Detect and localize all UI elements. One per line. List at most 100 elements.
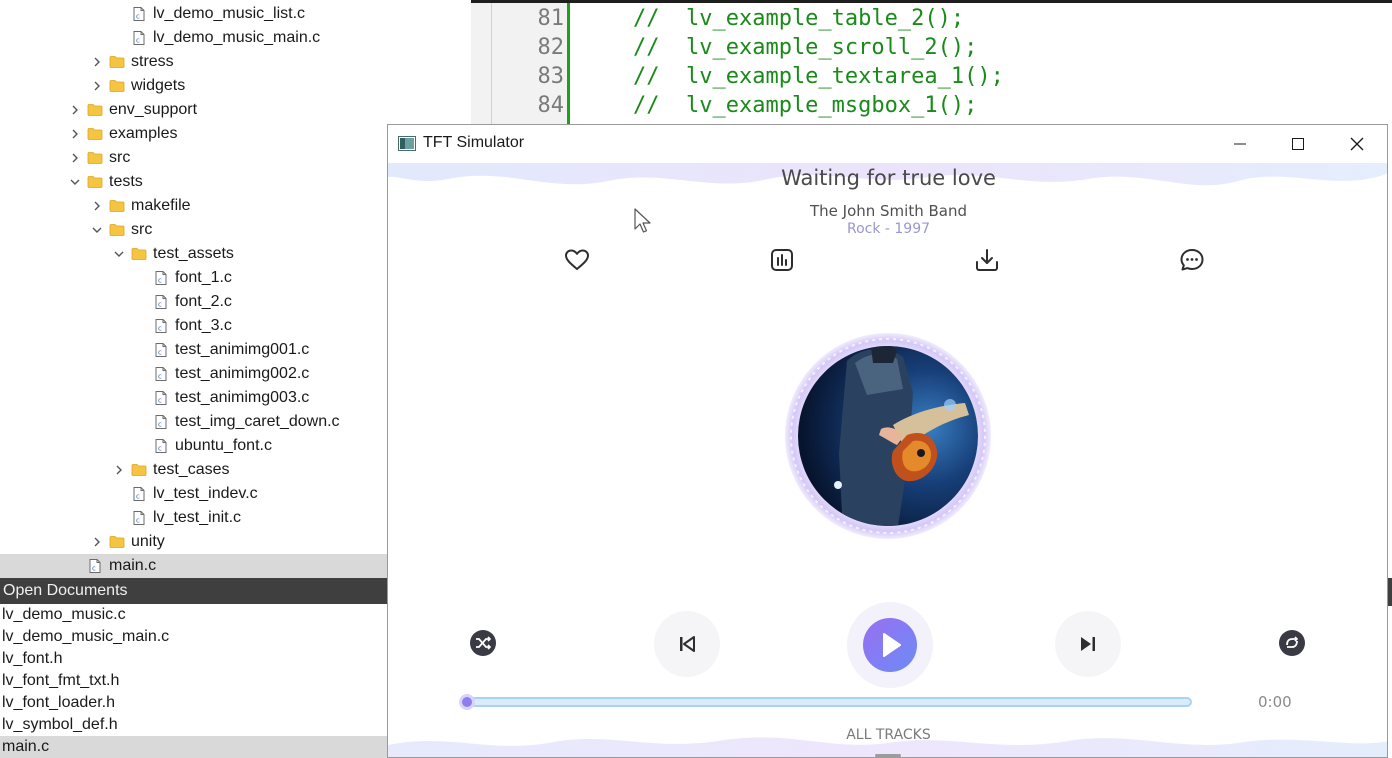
chevron-right-icon[interactable] (69, 104, 81, 116)
tree-folder-item[interactable]: unity (0, 530, 387, 554)
download-icon (976, 249, 998, 271)
open-document-item[interactable]: lv_demo_music.c (0, 604, 387, 626)
chevron-down-icon[interactable] (113, 248, 125, 260)
download-button[interactable] (973, 246, 1001, 274)
tree-file-item[interactable]: c ubuntu_font.c (0, 434, 387, 458)
tree-file-item[interactable]: c lv_demo_music_list.c (0, 2, 387, 26)
tree-item-label: font_1.c (175, 269, 232, 286)
code-line[interactable]: 83 // lv_example_textarea_1(); (471, 62, 1392, 91)
open-document-item[interactable]: lv_font_loader.h (0, 692, 387, 714)
loop-icon (1279, 630, 1305, 656)
open-document-item[interactable]: main.c (0, 736, 387, 758)
chevron-right-icon[interactable] (91, 536, 103, 548)
chevron-right-icon[interactable] (91, 56, 103, 68)
elapsed-time: 0:00 (1258, 693, 1292, 711)
all-tracks-button[interactable]: ALL TRACKS (388, 727, 1387, 743)
c-file-icon: c (153, 390, 169, 406)
tree-folder-item[interactable]: env_support (0, 98, 387, 122)
tree-file-item[interactable]: c test_animimg003.c (0, 386, 387, 410)
mouse-cursor-icon (634, 208, 651, 233)
folder-icon (109, 54, 125, 70)
tree-file-item[interactable]: c lv_test_indev.c (0, 482, 387, 506)
heart-icon (565, 249, 589, 270)
project-tree: c lv_demo_music_list.c c lv_demo_music_main… (0, 0, 387, 578)
tree-file-item[interactable]: c test_animimg002.c (0, 362, 387, 386)
window-titlebar[interactable]: TFT Simulator (388, 125, 1387, 163)
maximize-button[interactable] (1269, 125, 1327, 163)
shuffle-button[interactable] (469, 629, 497, 657)
tree-file-item[interactable]: c test_animimg001.c (0, 338, 387, 362)
c-file-icon: c (131, 486, 147, 502)
minimize-button[interactable] (1211, 125, 1269, 163)
tree-file-item[interactable]: c lv_demo_music_main.c (0, 26, 387, 50)
chevron-right-icon[interactable] (69, 128, 81, 140)
open-document-item[interactable]: lv_font_fmt_txt.h (0, 670, 387, 692)
tree-item-label: examples (109, 125, 178, 142)
c-file-icon: c (153, 342, 169, 358)
previous-button[interactable] (654, 611, 720, 677)
chevron-right-icon[interactable] (113, 464, 125, 476)
loop-button[interactable] (1278, 629, 1306, 657)
code-text: // lv_example_textarea_1(); (633, 64, 1004, 89)
tree-item-label: lv_test_indev.c (153, 485, 258, 502)
tree-item-label: font_3.c (175, 317, 232, 334)
tracks-handle[interactable] (875, 754, 901, 757)
code-line[interactable]: 84 // lv_example_msgbox_1(); (471, 91, 1392, 120)
tree-file-item[interactable]: c main.c (0, 554, 387, 578)
open-document-item[interactable]: lv_font.h (0, 648, 387, 670)
chevron-right-icon[interactable] (91, 80, 103, 92)
tree-folder-item[interactable]: makefile (0, 194, 387, 218)
close-icon (1350, 137, 1364, 151)
chevron-right-icon[interactable] (91, 200, 103, 212)
progress-knob[interactable] (459, 694, 475, 710)
tree-folder-item[interactable]: src (0, 146, 387, 170)
album-cover (785, 333, 991, 539)
tree-file-item[interactable]: c lv_test_init.c (0, 506, 387, 530)
tree-file-item[interactable]: c font_2.c (0, 290, 387, 314)
tree-folder-item[interactable]: widgets (0, 74, 387, 98)
code-editor[interactable]: 81 // lv_example_table_2(); 82 // lv_exampl… (471, 0, 1392, 128)
close-button[interactable] (1328, 125, 1386, 163)
tree-folder-item[interactable]: src (0, 218, 387, 242)
svg-text:c: c (158, 277, 162, 285)
tree-file-item[interactable]: c font_3.c (0, 314, 387, 338)
tree-item-label: makefile (131, 197, 191, 214)
chevron-down-icon[interactable] (69, 176, 81, 188)
open-document-item[interactable]: lv_symbol_def.h (0, 714, 387, 736)
svg-text:c: c (158, 421, 162, 429)
tree-item-label: lv_demo_music_list.c (153, 5, 306, 22)
c-file-icon: c (131, 510, 147, 526)
song-artist: The John Smith Band (809, 202, 968, 220)
app-icon (398, 136, 416, 151)
open-document-item[interactable]: lv_demo_music_main.c (0, 626, 387, 648)
folder-icon (109, 222, 125, 238)
folder-icon (109, 534, 125, 550)
tree-file-item[interactable]: c test_img_caret_down.c (0, 410, 387, 434)
line-number: 81 (537, 6, 565, 31)
tree-folder-item[interactable]: tests (0, 170, 387, 194)
folder-icon (87, 102, 103, 118)
chevron-right-icon[interactable] (69, 152, 81, 164)
chat-button[interactable] (1178, 246, 1206, 274)
tree-item-label: main.c (109, 557, 157, 574)
tree-folder-item[interactable]: stress (0, 50, 387, 74)
tree-item-label: test_assets (153, 245, 234, 262)
tree-file-item[interactable]: c font_1.c (0, 266, 387, 290)
tree-item-label: lv_test_init.c (153, 509, 242, 526)
code-line[interactable]: 81 // lv_example_table_2(); (471, 4, 1392, 33)
tree-folder-item[interactable]: examples (0, 122, 387, 146)
svg-text:c: c (92, 565, 96, 573)
play-icon (863, 618, 917, 672)
code-line[interactable]: 82 // lv_example_scroll_2(); (471, 33, 1392, 62)
tree-folder-item[interactable]: test_assets (0, 242, 387, 266)
next-button[interactable] (1055, 611, 1121, 677)
tree-folder-item[interactable]: test_cases (0, 458, 387, 482)
chevron-down-icon[interactable] (91, 224, 103, 236)
svg-text:c: c (136, 493, 140, 501)
tree-item-label: unity (131, 533, 165, 550)
favorite-button[interactable] (563, 246, 591, 274)
progress-track[interactable] (463, 697, 1192, 707)
tree-item-label: ubuntu_font.c (175, 437, 272, 454)
play-button[interactable] (847, 602, 933, 688)
equalizer-button[interactable] (768, 246, 796, 274)
